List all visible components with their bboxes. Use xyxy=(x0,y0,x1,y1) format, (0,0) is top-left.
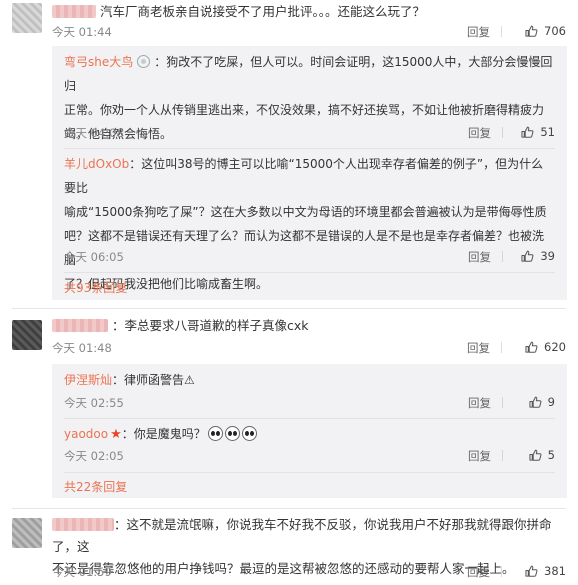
divider xyxy=(12,308,566,309)
more-replies-link[interactable]: 共93条回复 xyxy=(64,279,127,296)
comment-time: 今天 01:59 xyxy=(52,565,112,579)
divider xyxy=(502,251,503,262)
comment-text: 汽车厂商老板亲自说接受不了用户批评。。。还能这么玩了？ xyxy=(99,4,425,19)
like-count: 5 xyxy=(547,448,555,462)
reply-text-line: 正常。你劝一个人从传销里逃出来，不仅没效果，搞不好还挨骂，不如让他被折磨得精疲力 xyxy=(64,103,545,117)
reply-button[interactable]: 回复 xyxy=(468,395,491,411)
reply-button[interactable]: 回复 xyxy=(467,564,490,580)
verified-badge-icon xyxy=(137,55,151,68)
comment-time: 今天 01:48 xyxy=(52,341,112,355)
reply-item: 伊涅斯灿：律师函警告⚠ xyxy=(64,368,555,392)
more-replies-link[interactable]: 共22条回复 xyxy=(64,478,127,495)
avatar[interactable] xyxy=(12,518,42,548)
divider xyxy=(502,450,503,461)
avatar[interactable] xyxy=(12,320,42,350)
reply-time: 今天 04:08 xyxy=(64,126,124,140)
divider xyxy=(502,127,503,138)
ghost-emoji-icon xyxy=(224,426,240,441)
reply-item: yaodoo ★：你是魔鬼吗？ xyxy=(64,422,555,447)
like-button[interactable]: 5 xyxy=(509,448,555,462)
divider xyxy=(64,418,555,419)
reply-meta: 今天 04:08 回复 51 xyxy=(64,125,555,141)
comment-username[interactable] xyxy=(52,518,114,531)
comment-time: 今天 01:44 xyxy=(52,25,112,39)
ghost-emoji-icon xyxy=(207,426,223,441)
reply-text-line: ：律师函警告⚠ xyxy=(112,373,195,387)
comment-meta: 今天 01:44 回复 706 xyxy=(52,24,566,40)
like-count: 39 xyxy=(540,249,555,263)
thumb-up-icon xyxy=(529,449,542,461)
divider xyxy=(501,26,502,37)
like-button[interactable]: 381 xyxy=(510,564,566,578)
thumb-up-icon xyxy=(521,250,534,262)
star-badge-icon: ★ xyxy=(110,427,122,442)
reply-username[interactable]: 弯弓she大鸟 xyxy=(64,55,133,69)
reply-text-line: ：你是魔鬼吗？ xyxy=(121,427,206,441)
reply-time: 今天 02:55 xyxy=(64,396,124,410)
reply-button[interactable]: 回复 xyxy=(468,448,491,464)
thumb-up-icon xyxy=(525,25,538,37)
reply-username[interactable]: yaodoo xyxy=(64,427,108,441)
reply-thread: 伊涅斯灿：律师函警告⚠ 今天 02:55 回复 9 yaodoo ★：你是魔鬼吗？… xyxy=(52,364,567,498)
reply-text-line: ：这位叫38号的博主可以比喻“15000个人出现幸存者偏差的例子”，但为什么要比 xyxy=(64,157,544,195)
reply-button[interactable]: 回复 xyxy=(467,24,490,40)
like-button[interactable]: 620 xyxy=(510,340,566,354)
thumb-up-icon xyxy=(529,396,542,408)
like-button[interactable]: 9 xyxy=(509,395,555,409)
thumb-up-icon xyxy=(525,341,538,353)
like-button[interactable]: 39 xyxy=(509,249,555,263)
comment-username[interactable] xyxy=(52,319,108,332)
comment-meta: 今天 01:48 回复 620 xyxy=(52,340,566,356)
divider xyxy=(64,472,555,473)
reply-button[interactable]: 回复 xyxy=(467,340,490,356)
like-count: 706 xyxy=(544,24,566,38)
like-button[interactable]: 51 xyxy=(509,125,555,139)
thumb-up-icon xyxy=(525,565,538,577)
comment-list: 汽车厂商老板亲自说接受不了用户批评。。。还能这么玩了？ 今天 01:44 回复 … xyxy=(0,0,578,585)
ghost-emoji-icon xyxy=(241,426,257,441)
comment-text: ：李总要求八哥道歉的样子真像cxk xyxy=(111,318,309,333)
reply-thread: 弯弓she大鸟 ：狗改不了吃屎，但人可以。时间会证明，这15000人中，大部分会慢… xyxy=(52,46,567,300)
comment-meta: 今天 01:59 回复 381 xyxy=(52,564,566,580)
divider xyxy=(501,566,502,577)
like-count: 381 xyxy=(544,564,566,578)
comment-username[interactable] xyxy=(52,5,96,18)
divider xyxy=(502,397,503,408)
reply-item: 羊儿dOxOb：这位叫38号的博主可以比喻“15000个人出现幸存者偏差的例子”… xyxy=(64,152,555,296)
reply-time: 今天 06:05 xyxy=(64,250,124,264)
like-count: 9 xyxy=(547,395,555,409)
reply-meta: 今天 06:05 回复 39 xyxy=(64,249,555,265)
reply-time: 今天 02:05 xyxy=(64,449,124,463)
comment-item: 汽车厂商老板亲自说接受不了用户批评。。。还能这么玩了？ 今天 01:44 回复 … xyxy=(0,0,578,310)
comment-item: ：李总要求八哥道歉的样子真像cxk 今天 01:48 回复 620 伊涅斯灿：律… xyxy=(0,312,578,508)
reply-meta: 今天 02:55 回复 9 xyxy=(64,395,555,411)
reply-username[interactable]: 伊涅斯灿 xyxy=(64,373,112,387)
avatar[interactable] xyxy=(12,3,42,33)
reply-meta: 今天 02:05 回复 5 xyxy=(64,448,555,464)
comment-text-line: ：这不就是流氓嘛，你说我车不好我不反驳，你说我用户不好那我就得跟你拼命了，这 xyxy=(52,517,552,554)
thumb-up-icon xyxy=(521,126,534,138)
divider xyxy=(501,342,502,353)
comment-item: ：这不就是流氓嘛，你说我车不好我不反驳，你说我用户不好那我就得跟你拼命了，这 不… xyxy=(0,512,578,585)
like-button[interactable]: 706 xyxy=(510,24,566,38)
divider xyxy=(12,508,566,509)
like-count: 620 xyxy=(544,340,566,354)
reply-text-line: 喻成“15000条狗吃了屎”？这在大多数以中文为母语的环境里都会普遍被认为是带侮… xyxy=(64,205,547,219)
reply-button[interactable]: 回复 xyxy=(468,249,491,265)
divider xyxy=(64,148,555,149)
reply-username[interactable]: 羊儿dOxOb xyxy=(64,157,129,171)
reply-button[interactable]: 回复 xyxy=(468,125,491,141)
like-count: 51 xyxy=(540,125,555,139)
divider xyxy=(64,272,555,273)
